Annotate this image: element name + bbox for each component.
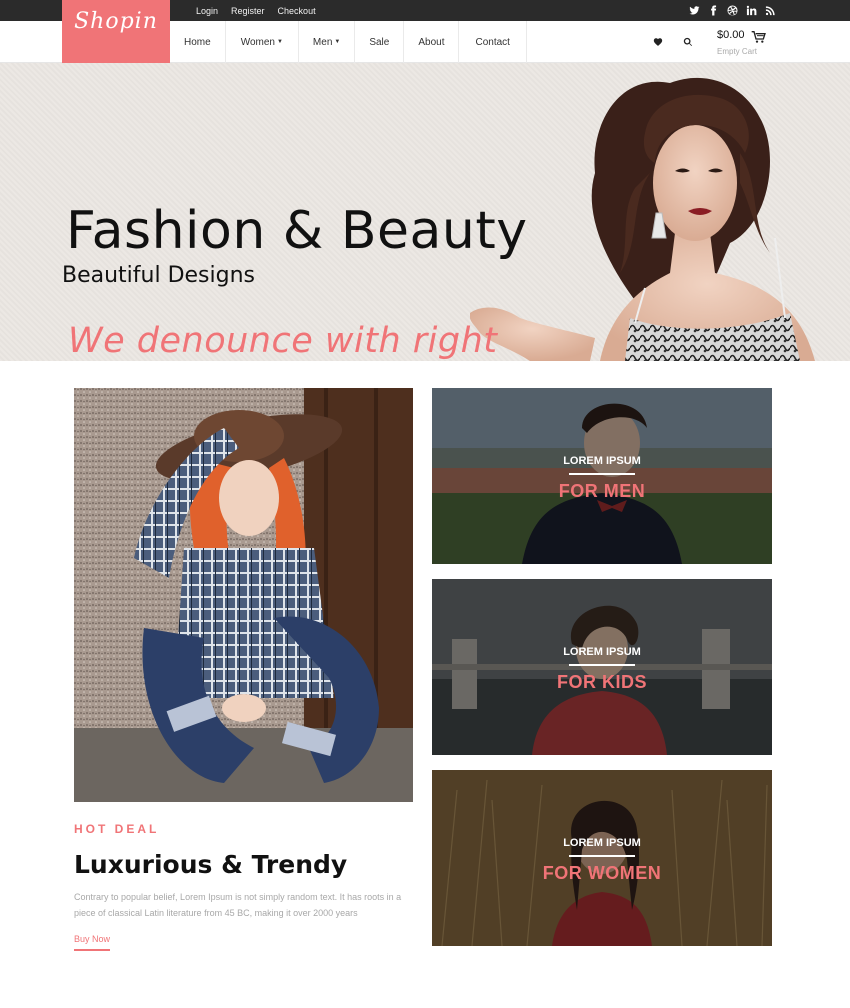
register-link[interactable]: Register [231, 6, 265, 16]
category-kids-kicker: LOREM IPSUM [563, 646, 641, 658]
logo-text: Shopin [74, 8, 158, 34]
category-women-title: FOR WOMEN [542, 863, 662, 883]
login-link[interactable]: Login [196, 6, 218, 16]
deal-title: Luxurious & Trendy [74, 850, 348, 879]
hero-banner: Fashion & Beauty Beautiful Designs We de… [0, 63, 850, 361]
nav-label: About [418, 36, 445, 48]
heart-icon[interactable] [650, 34, 666, 50]
nav-label: Sale [369, 36, 390, 48]
cart-icon [751, 30, 767, 44]
search-icon[interactable] [680, 34, 696, 50]
account-links: Login Register Checkout [196, 0, 329, 21]
category-overlay [432, 579, 772, 755]
category-kids-title: FOR KIDS [556, 672, 647, 692]
cart-total: $0.00 [717, 29, 745, 41]
category-men[interactable]: LOREM IPSUM FOR MEN [432, 388, 772, 564]
category-overlay [432, 770, 772, 946]
nav-item-contact[interactable]: Contact [459, 21, 527, 63]
hero-subtitle: Beautiful Designs [62, 263, 256, 288]
buy-now-link[interactable]: Buy Now [74, 934, 110, 944]
header-icons [650, 21, 710, 63]
category-kids[interactable]: LOREM IPSUM FOR KIDS [432, 579, 772, 755]
category-men-kicker: LOREM IPSUM [563, 455, 641, 467]
woman-sitting-image [74, 388, 413, 802]
category-divider [569, 473, 635, 475]
caret-down-icon: ▼ [276, 39, 283, 45]
hero-title: Fashion & Beauty [66, 201, 528, 261]
nav-item-sale[interactable]: Sale [355, 21, 405, 63]
hot-deal-photo[interactable] [74, 388, 413, 802]
main-nav: Home Women ▼ Men ▼ Sale About Contact [170, 21, 527, 63]
deal-description: Contrary to popular belief, Lorem Ipsum … [74, 892, 402, 918]
cart-status: Empty Cart [717, 47, 758, 56]
category-divider [569, 855, 635, 857]
rss-icon[interactable] [765, 5, 776, 16]
nav-item-about[interactable]: About [404, 21, 460, 63]
hero-tagline: We denounce with right [68, 321, 498, 361]
category-women-kicker: LOREM IPSUM [563, 837, 641, 849]
social-links [689, 0, 776, 21]
checkout-link[interactable]: Checkout [278, 6, 316, 16]
nav-label: Women [240, 36, 275, 48]
nav-label: Home [184, 36, 211, 48]
nav-item-men[interactable]: Men ▼ [299, 21, 356, 63]
nav-item-women[interactable]: Women ▼ [226, 21, 299, 63]
category-divider [569, 664, 635, 666]
linkedin-icon[interactable] [746, 5, 757, 16]
facebook-icon[interactable] [708, 5, 719, 16]
buy-now-underline [74, 949, 110, 951]
category-women[interactable]: LOREM IPSUM FOR WOMEN [432, 770, 772, 946]
nav-label: Men [312, 36, 333, 48]
nav-item-home[interactable]: Home [170, 21, 226, 63]
logo[interactable]: Shopin [62, 0, 170, 63]
hot-deal-kicker: HOT DEAL [74, 822, 160, 836]
twitter-icon[interactable] [689, 5, 700, 16]
dribbble-icon[interactable] [727, 5, 738, 16]
nav-label: Contact [475, 36, 510, 48]
caret-down-icon: ▼ [334, 39, 341, 45]
category-overlay [432, 388, 772, 564]
cart-widget[interactable]: $0.00 Empty Cart [716, 27, 786, 59]
category-men-title: FOR MEN [558, 481, 646, 501]
